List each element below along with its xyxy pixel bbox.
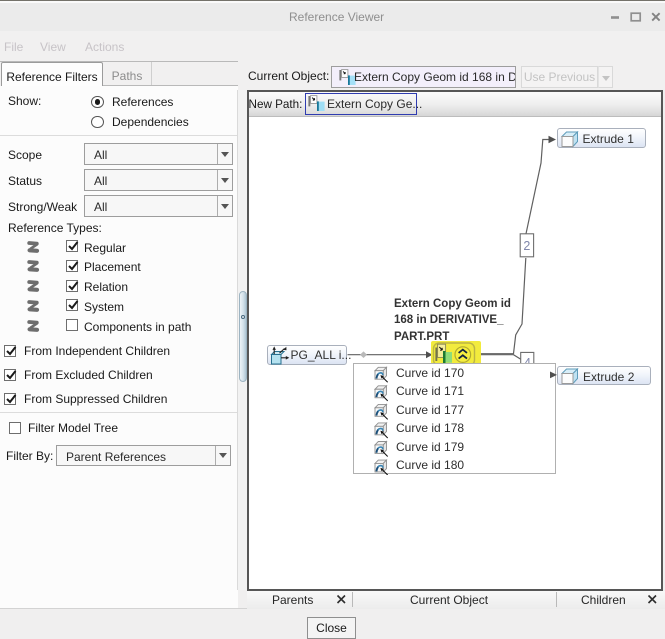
svg-text:2: 2: [523, 239, 530, 253]
